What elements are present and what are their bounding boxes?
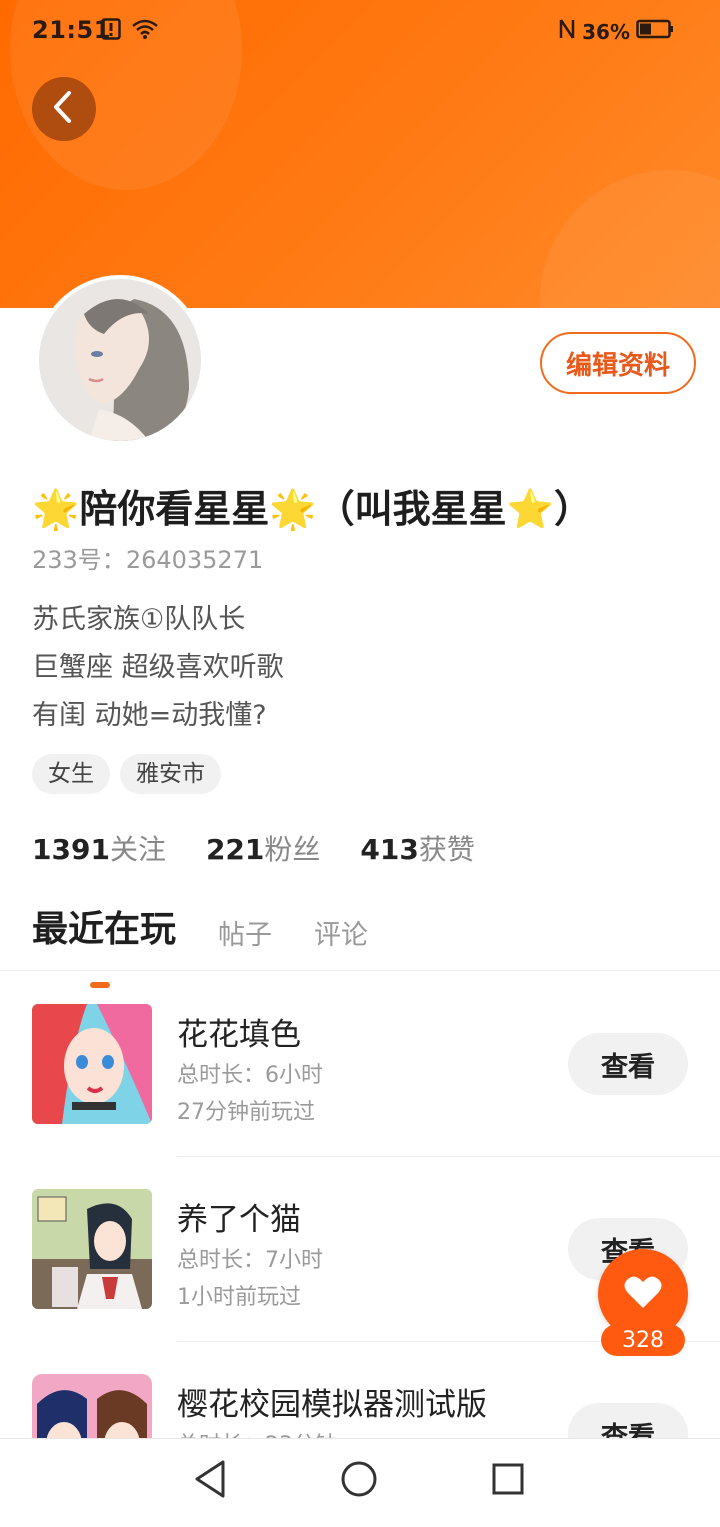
header-decoration xyxy=(540,170,720,308)
divider xyxy=(0,970,720,971)
wifi-icon xyxy=(131,18,159,44)
battery-percentage: 36% xyxy=(582,19,630,44)
nickname: 🌟陪你看星星🌟（叫我星星⭐） xyxy=(32,487,592,531)
game-title: 樱花校园模拟器测试版 xyxy=(177,1387,487,1423)
nfc-icon xyxy=(558,18,576,45)
user-id-value: 264035271 xyxy=(125,546,264,574)
game-last-played: 27分钟前玩过 xyxy=(177,1100,315,1125)
avatar-image xyxy=(39,279,201,441)
stat-label: 关注 xyxy=(109,833,166,866)
tab-recently-played[interactable]: 最近在玩 xyxy=(32,900,176,988)
game-icon xyxy=(32,1004,152,1124)
like-count-badge: 328 xyxy=(601,1324,685,1356)
stat-likes[interactable]: 413获赞 xyxy=(360,828,474,868)
system-navigation-bar xyxy=(0,1438,720,1521)
nav-back-button[interactable] xyxy=(188,1459,232,1503)
stat-following[interactable]: 1391关注 xyxy=(32,828,166,868)
edit-profile-button[interactable]: 编辑资料 xyxy=(540,332,696,394)
stat-number: 221 xyxy=(205,833,265,866)
back-triangle-icon xyxy=(192,1459,228,1503)
game-duration: 总时长：7小时 xyxy=(177,1248,323,1273)
game-title: 花花填色 xyxy=(177,1017,301,1053)
profile-tags: 女生 雅安市 xyxy=(32,754,221,794)
bio-line: 有闺 动她=动我懂? xyxy=(32,700,267,731)
alert-icon xyxy=(101,18,121,44)
stat-label: 获赞 xyxy=(418,833,475,866)
tab-posts[interactable]: 帖子 xyxy=(218,913,272,958)
profile-tabs: 最近在玩 帖子 评论 xyxy=(32,900,368,988)
status-bar: 21:51 36% xyxy=(0,0,720,62)
nav-recents-button[interactable] xyxy=(486,1459,530,1503)
recents-square-icon xyxy=(490,1461,526,1501)
status-time: 21:51 xyxy=(32,16,111,44)
battery-icon xyxy=(636,19,674,44)
view-button[interactable]: 查看 xyxy=(568,1033,688,1095)
bio-line: 巨蟹座 超级喜欢听歌 xyxy=(32,652,284,683)
stat-number: 413 xyxy=(360,833,419,866)
bio-line: 苏氏家族①队队长 xyxy=(32,604,246,635)
user-id-label: 233号： xyxy=(32,546,126,574)
profile-stats: 1391关注 221粉丝 413获赞 xyxy=(32,828,475,868)
stat-label: 粉丝 xyxy=(264,833,321,866)
tag-gender: 女生 xyxy=(32,754,110,794)
tab-comments[interactable]: 评论 xyxy=(314,913,368,958)
home-circle-icon xyxy=(339,1459,379,1503)
avatar[interactable] xyxy=(35,275,205,445)
game-title: 养了个猫 xyxy=(177,1202,301,1238)
back-button[interactable] xyxy=(32,77,96,141)
list-item[interactable]: 花花填色 总时长：6小时 27分钟前玩过 查看 xyxy=(0,972,720,1157)
nav-home-button[interactable] xyxy=(337,1459,381,1503)
user-id: 233号：264035271 xyxy=(32,540,263,575)
stat-number: 1391 xyxy=(32,833,110,866)
tag-city: 雅安市 xyxy=(120,754,221,794)
game-icon xyxy=(32,1189,152,1309)
stat-followers[interactable]: 221粉丝 xyxy=(206,828,320,868)
chevron-left-icon xyxy=(49,90,79,128)
bio: 苏氏家族①队队长 巨蟹座 超级喜欢听歌 有闺 动她=动我懂? xyxy=(32,596,284,740)
game-duration: 总时长：6小时 xyxy=(177,1063,323,1088)
heart-icon xyxy=(623,1274,663,1314)
game-last-played: 1小时前玩过 xyxy=(177,1285,301,1310)
